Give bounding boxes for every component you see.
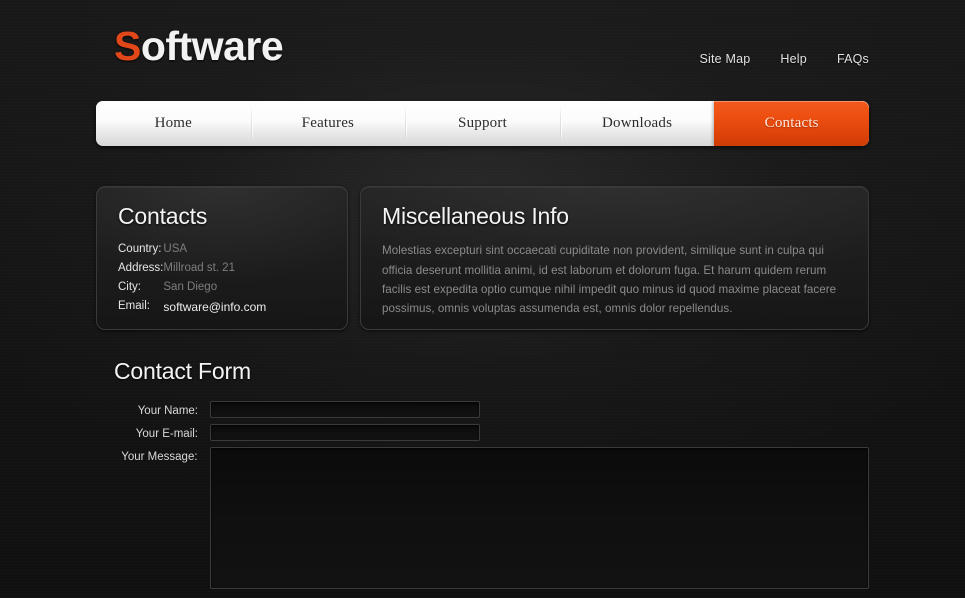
site-logo[interactable]: Software — [114, 23, 284, 69]
contacts-panel-title: Contacts — [118, 203, 208, 229]
contact-label-email: Email: — [118, 299, 150, 312]
email-link[interactable]: software@info.com — [163, 300, 266, 314]
label-your-message: Your Message: — [121, 451, 198, 463]
contacts-details-table: Country: USA Address: Millroad st. 21 Ci… — [118, 241, 266, 318]
contact-label-country: Country: — [118, 243, 162, 256]
your-message-textarea[interactable] — [209, 447, 869, 589]
contact-value-address: Millroad st. 21 — [163, 261, 235, 274]
form-row-name: Your Name: — [96, 401, 869, 418]
logo-rest-text: oftware — [140, 23, 284, 69]
misc-panel-body: Molestias excepturi sint occaecati cupid… — [382, 244, 837, 316]
misc-panel-title: Miscellaneous Info — [382, 203, 569, 229]
top-link-help[interactable]: Help — [780, 52, 807, 66]
info-panels: Contacts Country: USA Address: Millroad … — [96, 186, 869, 330]
main-navigation: Home Features Support Downloads Contacts — [96, 101, 869, 146]
nav-item-features[interactable]: Features — [250, 101, 406, 146]
label-your-name: Your Name: — [137, 405, 198, 417]
contact-value-country: USA — [163, 243, 188, 256]
contact-label-address: Address: — [118, 261, 164, 274]
site-header: Software Site Map Help FAQs — [96, 0, 869, 100]
contact-value-city: San Diego — [163, 280, 218, 293]
page-root: Software Site Map Help FAQs Home Feature… — [0, 0, 965, 598]
top-link-site-map[interactable]: Site Map — [699, 52, 750, 66]
top-link-faqs[interactable]: FAQs — [837, 52, 869, 66]
contacts-panel: Contacts Country: USA Address: Millroad … — [96, 186, 348, 330]
logo-accent-letter: S — [114, 23, 141, 69]
content-container: Software Site Map Help FAQs Home Feature… — [96, 0, 869, 598]
your-email-input[interactable] — [210, 424, 480, 441]
label-your-email: Your E-mail: — [135, 428, 198, 440]
contact-form-section: Contact Form Your Name: Your E-mail: You… — [96, 358, 869, 595]
form-row-message: Your Message: — [96, 447, 869, 589]
table-row: Address: Millroad st. 21 — [118, 260, 266, 279]
nav-item-support[interactable]: Support — [405, 101, 560, 146]
nav-item-downloads[interactable]: Downloads — [559, 101, 715, 146]
misc-info-panel: Miscellaneous Info Molestias excepturi s… — [360, 186, 869, 330]
nav-item-contacts[interactable]: Contacts — [714, 101, 869, 146]
table-row: Country: USA — [118, 241, 266, 260]
contact-label-city: City: — [118, 280, 141, 293]
contact-value-email: software@info.com — [163, 298, 266, 319]
top-utility-nav: Site Map Help FAQs — [699, 52, 869, 66]
your-name-input[interactable] — [210, 401, 480, 418]
table-row: City: San Diego — [118, 279, 266, 298]
nav-item-home[interactable]: Home — [96, 101, 251, 146]
table-row: Email: software@info.com — [118, 298, 266, 319]
contact-form-title: Contact Form — [114, 358, 251, 384]
form-row-email: Your E-mail: — [96, 424, 869, 441]
